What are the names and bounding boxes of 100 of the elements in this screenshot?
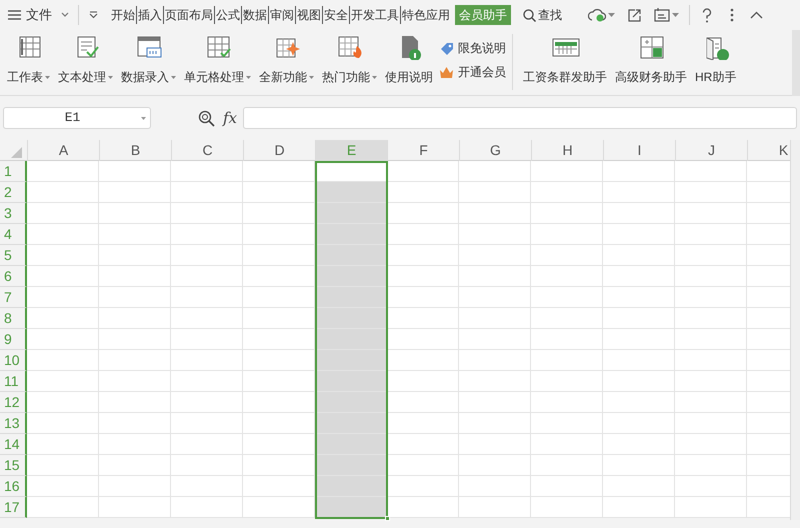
- more-icon[interactable]: [730, 8, 734, 22]
- grid-cell[interactable]: [99, 308, 171, 329]
- grid-cell[interactable]: [171, 245, 243, 266]
- ribbon-tab[interactable]: 数据: [241, 6, 268, 24]
- grid-cell[interactable]: [387, 371, 459, 392]
- grid-cell[interactable]: [171, 203, 243, 224]
- grid-cell[interactable]: [99, 455, 171, 476]
- grid-cell[interactable]: [459, 266, 531, 287]
- grid-cell[interactable]: [243, 413, 315, 434]
- grid-cell[interactable]: [387, 182, 459, 203]
- grid-cell[interactable]: [99, 413, 171, 434]
- grid-cell[interactable]: [243, 329, 315, 350]
- ribbon-button[interactable]: 单元格处理: [180, 30, 255, 92]
- grid-cell[interactable]: [675, 350, 747, 371]
- grid-cell[interactable]: [243, 392, 315, 413]
- grid-cell[interactable]: [459, 371, 531, 392]
- ribbon-tab[interactable]: 视图: [295, 6, 322, 24]
- share-icon[interactable]: [627, 8, 642, 22]
- grid-cell[interactable]: [459, 245, 531, 266]
- grid-cell[interactable]: [171, 392, 243, 413]
- grid-cell[interactable]: [459, 350, 531, 371]
- grid-cell[interactable]: [27, 434, 99, 455]
- grid-cell[interactable]: [603, 287, 675, 308]
- grid-cell[interactable]: [675, 287, 747, 308]
- grid-cell[interactable]: [27, 266, 99, 287]
- grid-cell[interactable]: [315, 476, 387, 497]
- grid-cell[interactable]: [315, 455, 387, 476]
- grid-cell[interactable]: [243, 350, 315, 371]
- grid-cell[interactable]: [387, 413, 459, 434]
- grid-cell[interactable]: [531, 434, 603, 455]
- grid-cell[interactable]: [459, 203, 531, 224]
- grid-cell[interactable]: [99, 161, 171, 182]
- grid-cell[interactable]: [531, 392, 603, 413]
- grid-cell[interactable]: [459, 161, 531, 182]
- grid-cell[interactable]: [27, 371, 99, 392]
- grid-cell[interactable]: [531, 413, 603, 434]
- zoom-formula-icon[interactable]: [198, 110, 215, 126]
- grid-cell[interactable]: [531, 161, 603, 182]
- grid-cell[interactable]: [27, 497, 99, 518]
- grid-cell[interactable]: [171, 287, 243, 308]
- ribbon-tab[interactable]: 插入: [136, 6, 163, 24]
- grid-cell[interactable]: [459, 329, 531, 350]
- grid-cell[interactable]: [315, 497, 387, 518]
- grid-cell[interactable]: [171, 266, 243, 287]
- grid-cell[interactable]: [603, 371, 675, 392]
- grid-cell[interactable]: [171, 161, 243, 182]
- grid-cell[interactable]: [99, 266, 171, 287]
- grid-cell[interactable]: [315, 392, 387, 413]
- cloud-sync-icon[interactable]: [588, 8, 606, 22]
- grid-cell[interactable]: [27, 203, 99, 224]
- collapse-icon[interactable]: [750, 11, 763, 19]
- grid-cell[interactable]: [387, 329, 459, 350]
- grid-cell[interactable]: [603, 224, 675, 245]
- ribbon-tab[interactable]: 安全: [322, 6, 349, 24]
- grid-cell[interactable]: [675, 476, 747, 497]
- grid-cell[interactable]: [459, 434, 531, 455]
- grid-cell[interactable]: [675, 266, 747, 287]
- grid-cell[interactable]: [315, 203, 387, 224]
- grid-cell[interactable]: [675, 182, 747, 203]
- grid-cell[interactable]: [99, 329, 171, 350]
- grid-cell[interactable]: [603, 182, 675, 203]
- grid-cell[interactable]: [675, 455, 747, 476]
- grid-cell[interactable]: [531, 224, 603, 245]
- grid-cell[interactable]: [315, 182, 387, 203]
- grid-cell[interactable]: [387, 392, 459, 413]
- grid-cell[interactable]: [531, 455, 603, 476]
- ribbon-tab[interactable]: 开始: [110, 6, 136, 24]
- ribbon-button[interactable]: 热门功能: [318, 30, 381, 92]
- grid-cell[interactable]: [171, 476, 243, 497]
- layout-box-icon[interactable]: [654, 8, 670, 22]
- grid-cell[interactable]: [27, 413, 99, 434]
- grid-cell[interactable]: [603, 161, 675, 182]
- grid-cell[interactable]: [387, 224, 459, 245]
- grid-cell[interactable]: [531, 308, 603, 329]
- grid-cell[interactable]: [243, 455, 315, 476]
- grid-cell[interactable]: [243, 434, 315, 455]
- grid-cell[interactable]: [27, 161, 99, 182]
- grid-cell[interactable]: [27, 455, 99, 476]
- grid-cell[interactable]: [243, 266, 315, 287]
- grid-cell[interactable]: [27, 476, 99, 497]
- ribbon-tab[interactable]: 公式: [214, 6, 241, 24]
- grid-cell[interactable]: [387, 434, 459, 455]
- grid-cell[interactable]: [459, 455, 531, 476]
- grid-cell[interactable]: [315, 413, 387, 434]
- grid-cell[interactable]: [99, 392, 171, 413]
- ribbon-button[interactable]: 数据录入: [117, 30, 180, 92]
- grid-cell[interactable]: [99, 476, 171, 497]
- grid-cell[interactable]: [243, 371, 315, 392]
- grid-cell[interactable]: [27, 245, 99, 266]
- ribbon-tab[interactable]: 审阅: [268, 6, 295, 24]
- grid-cell[interactable]: [27, 329, 99, 350]
- grid-cell[interactable]: [315, 287, 387, 308]
- formula-input[interactable]: [243, 107, 797, 129]
- grid-cell[interactable]: [531, 329, 603, 350]
- ribbon-button[interactable]: HR助手: [691, 30, 740, 92]
- grid-cell[interactable]: [459, 182, 531, 203]
- grid-cell[interactable]: [315, 329, 387, 350]
- grid-cell[interactable]: [315, 350, 387, 371]
- grid-cell[interactable]: [171, 224, 243, 245]
- grid-cell[interactable]: [315, 371, 387, 392]
